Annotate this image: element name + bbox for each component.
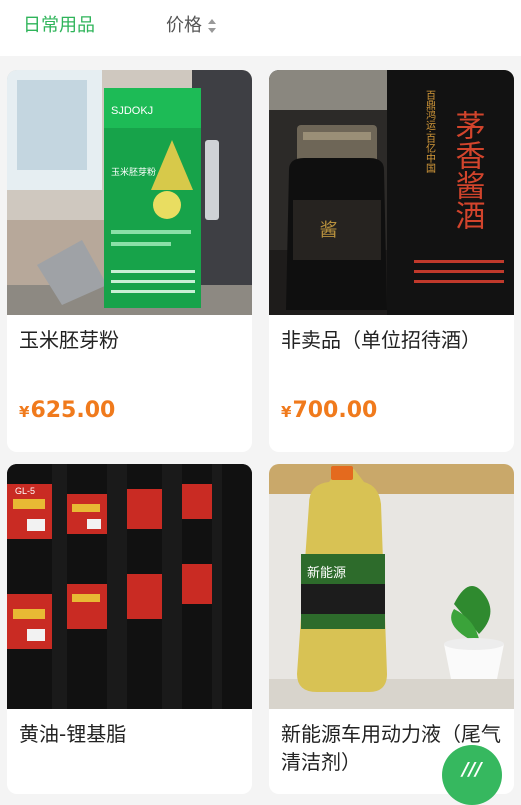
product-title: 玉米胚芽粉 bbox=[19, 328, 119, 352]
price-value: 700.00 bbox=[292, 398, 378, 423]
price-value: 625.00 bbox=[30, 398, 116, 423]
image-brand-text: SJDOKJ bbox=[111, 105, 153, 117]
floating-action-button[interactable]: /// bbox=[442, 745, 502, 805]
product-card[interactable]: SJDOKJ 玉米胚芽粉 玉米胚芽粉 ¥625.00 bbox=[7, 70, 252, 452]
filter-bar: 日常用品 价格 bbox=[0, 0, 521, 56]
product-price: ¥700.00 bbox=[281, 397, 377, 426]
tab-price-sort[interactable]: 价格 bbox=[166, 14, 217, 38]
product-card[interactable]: 茅香酱酒 百鼎鸿运·百亿中国 酱 非卖品（单位招待酒） ¥700.00 bbox=[269, 70, 514, 452]
svg-text:酱: 酱 bbox=[317, 220, 338, 238]
tab-category[interactable]: 日常用品 bbox=[23, 14, 95, 38]
image-product-text: 玉米胚芽粉 bbox=[111, 166, 156, 178]
product-price: ¥625.00 bbox=[19, 397, 115, 426]
currency-symbol: ¥ bbox=[19, 403, 30, 421]
product-title: 非卖品（单位招待酒） bbox=[281, 328, 481, 352]
tab-price-label: 价格 bbox=[166, 15, 202, 36]
fab-icon: /// bbox=[462, 759, 482, 780]
image-product-text: 茅香酱酒 bbox=[450, 110, 485, 230]
image-label-text: 新能源 bbox=[307, 565, 346, 581]
product-card[interactable]: GL-5 黄油-锂基脂 bbox=[7, 464, 252, 794]
product-image: 茅香酱酒 百鼎鸿运·百亿中国 酱 bbox=[269, 70, 514, 315]
currency-symbol: ¥ bbox=[281, 403, 292, 421]
image-label-text: GL-5 bbox=[15, 486, 35, 496]
product-image: GL-5 bbox=[7, 464, 252, 709]
image-side-text: 百鼎鸿运·百亿中国 bbox=[424, 90, 436, 174]
product-image: 新能源 bbox=[269, 464, 514, 709]
product-title: 黄油-锂基脂 bbox=[19, 722, 127, 746]
product-image: SJDOKJ 玉米胚芽粉 bbox=[7, 70, 252, 315]
sort-arrows-icon bbox=[208, 19, 217, 33]
